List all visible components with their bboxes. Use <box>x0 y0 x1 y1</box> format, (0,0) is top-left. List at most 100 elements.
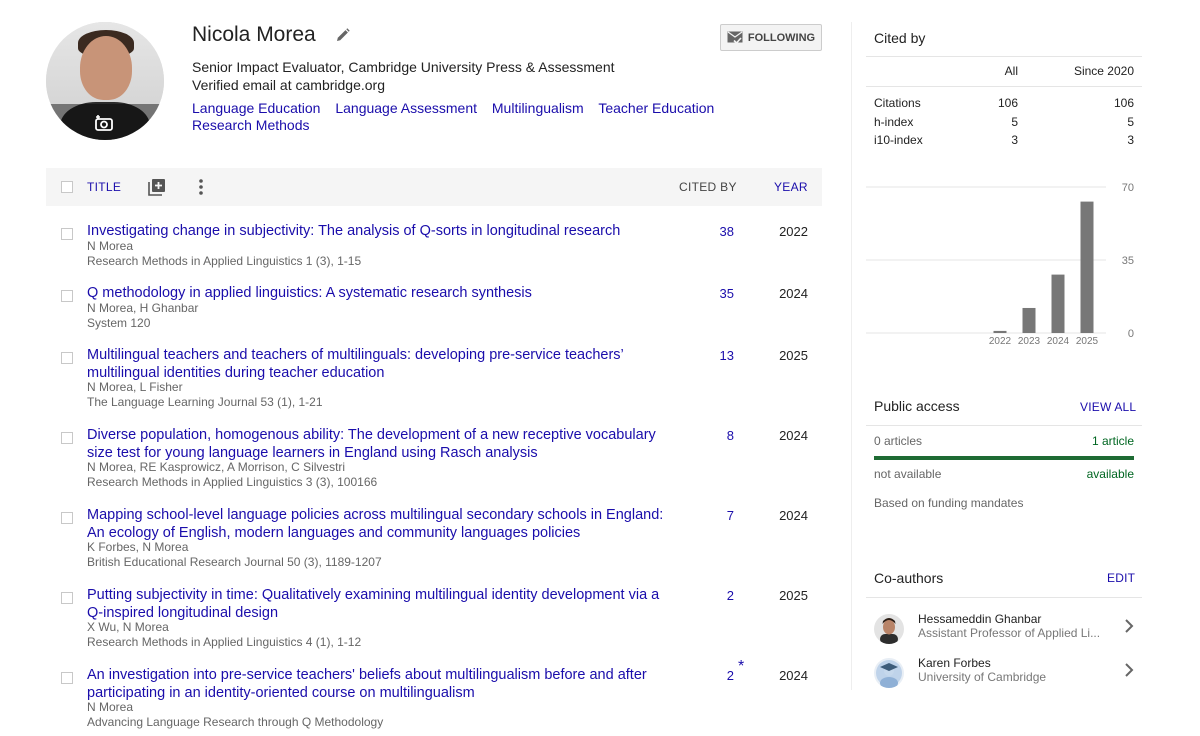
article-year: 2025 <box>779 348 808 363</box>
article-authors: K Forbes, N Morea <box>87 540 189 554</box>
public-access-bar <box>874 456 1134 460</box>
interest-link[interactable]: Teacher Education <box>598 100 714 116</box>
interest-link[interactable]: Language Education <box>192 100 320 116</box>
add-article-icon[interactable] <box>148 178 166 196</box>
article-authors: N Morea, L Fisher <box>87 380 183 394</box>
article-year: 2024 <box>779 286 808 301</box>
chevron-right-icon <box>1125 619 1134 633</box>
i10-index-label: i10-index <box>874 133 923 147</box>
articles-table-header: TITLE CITED BY YEAR <box>46 168 822 206</box>
h-index-since: 5 <box>1127 115 1134 129</box>
interest-link[interactable]: Language Assessment <box>335 100 477 116</box>
available-label: available <box>1086 467 1134 481</box>
article-title[interactable]: Multilingual teachers and teachers of mu… <box>87 346 677 382</box>
profile-photo[interactable] <box>46 22 164 140</box>
public-access-view-all[interactable]: VIEW ALL <box>1080 400 1136 414</box>
article-title[interactable]: Q methodology in applied linguistics: A … <box>87 284 677 302</box>
article-authors: X Wu, N Morea <box>87 620 169 634</box>
chart-y-tick-label: 35 <box>1122 255 1134 267</box>
coauthor-name: Karen Forbes <box>918 656 991 670</box>
article-cited-by[interactable]: 35 <box>686 286 734 301</box>
article-venue: Research Methods in Applied Linguistics … <box>87 635 362 649</box>
profile-affiliation: Senior Impact Evaluator, Cambridge Unive… <box>192 59 615 75</box>
article-cited-by[interactable]: 2 <box>686 588 734 603</box>
unavailable-count[interactable]: 0 articles <box>874 434 922 448</box>
profile-name: Nicola Morea <box>192 23 316 46</box>
article-cited-by[interactable]: 7 <box>686 508 734 523</box>
article-venue: Research Methods in Applied Linguistics … <box>87 254 362 268</box>
article-title[interactable]: Investigating change in subjectivity: Th… <box>87 222 677 240</box>
interest-link[interactable]: Research Methods <box>192 117 310 133</box>
select-all-checkbox[interactable] <box>61 181 73 193</box>
article-checkbox[interactable] <box>61 352 73 364</box>
article-authors: N Morea, H Ghanbar <box>87 301 199 315</box>
public-access-divider <box>866 425 1142 426</box>
article-checkbox[interactable] <box>61 228 73 240</box>
profile-email: Verified email at cambridge.org <box>192 77 385 93</box>
article-cited-by[interactable]: 2 <box>686 668 734 683</box>
article-venue: The Language Learning Journal 53 (1), 1-… <box>87 395 323 409</box>
i10-index-since: 3 <box>1127 133 1134 147</box>
chart-x-tick-label: 2025 <box>1076 336 1099 347</box>
coauthor-avatar <box>874 614 904 644</box>
interest-link[interactable]: Multilingualism <box>492 100 584 116</box>
article-authors: N Morea, RE Kasprowicz, A Morrison, C Si… <box>87 460 346 474</box>
article-title[interactable]: Putting subjectivity in time: Qualitativ… <box>87 586 677 622</box>
article-authors: N Morea <box>87 700 134 714</box>
article-checkbox[interactable] <box>61 672 73 684</box>
not-available-label: not available <box>874 467 942 481</box>
article-title[interactable]: Diverse population, homogenous ability: … <box>87 426 677 462</box>
article-checkbox[interactable] <box>61 512 73 524</box>
citations-since: 106 <box>1113 96 1134 110</box>
article-cited-by[interactable]: 13 <box>686 348 734 363</box>
available-count[interactable]: 1 article <box>1034 434 1134 448</box>
chart-x-tick-label: 2024 <box>1047 336 1070 347</box>
citations-all: 106 <box>997 96 1018 110</box>
article-cited-by[interactable]: 38 <box>686 224 734 239</box>
merged-citations-star[interactable]: * <box>738 658 744 676</box>
chart-bar-2024[interactable] <box>1051 274 1065 333</box>
article-checkbox[interactable] <box>61 432 73 444</box>
following-label: FOLLOWING <box>747 31 816 44</box>
chart-bar-2022[interactable] <box>993 330 1007 333</box>
cited-by-divider <box>866 56 1142 57</box>
chevron-right-icon <box>1125 663 1134 677</box>
coauthor-avatar <box>874 658 904 688</box>
more-options-icon[interactable] <box>196 178 206 196</box>
sort-by-year[interactable]: YEAR <box>774 180 808 194</box>
following-button[interactable]: FOLLOWING <box>720 24 822 51</box>
coauthors-divider <box>866 597 1142 598</box>
article-venue: System 120 <box>87 316 151 330</box>
i10-index-all: 3 <box>1011 133 1018 147</box>
coauthors-edit[interactable]: EDIT <box>1107 571 1135 585</box>
article-cited-by[interactable]: 8 <box>686 428 734 443</box>
cited-by-col-since: Since 2020 <box>1073 64 1134 78</box>
article-checkbox[interactable] <box>61 592 73 604</box>
coauthor-affiliation: University of Cambridge <box>918 670 1047 684</box>
chart-bar-2025[interactable] <box>1080 201 1094 333</box>
add-photo-icon[interactable] <box>94 113 114 133</box>
article-title[interactable]: An investigation into pre-service teache… <box>87 666 677 702</box>
article-authors: N Morea <box>87 239 134 253</box>
citations-label: Citations <box>874 96 921 110</box>
cited-by-column-header: CITED BY <box>679 180 737 194</box>
article-year: 2024 <box>779 668 808 683</box>
article-year: 2022 <box>779 224 808 239</box>
h-index-label: h-index <box>874 115 914 129</box>
article-title[interactable]: Mapping school-level language policies a… <box>87 506 677 542</box>
article-year: 2024 <box>779 428 808 443</box>
article-venue: British Educational Research Journal 50 … <box>87 555 382 569</box>
edit-pencil-icon[interactable] <box>336 28 350 42</box>
coauthor-item[interactable]: Karen Forbes University of Cambridge <box>866 656 1142 700</box>
article-checkbox[interactable] <box>61 290 73 302</box>
chart-y-tick-label: 0 <box>1128 328 1134 340</box>
article-venue: Research Methods in Applied Linguistics … <box>87 475 378 489</box>
column-divider <box>851 22 852 690</box>
coauthors-title: Co-authors <box>874 570 944 586</box>
public-access-title: Public access <box>874 398 960 414</box>
citations-per-year-chart: 70 35 0 2022 2023 2024 2025 <box>866 182 1134 347</box>
sort-by-title[interactable]: TITLE <box>87 180 121 194</box>
chart-bar-2023[interactable] <box>1022 307 1036 333</box>
coauthor-item[interactable]: Hessameddin Ghanbar Assistant Professor … <box>866 612 1142 656</box>
chart-x-tick-label: 2023 <box>1018 336 1041 347</box>
